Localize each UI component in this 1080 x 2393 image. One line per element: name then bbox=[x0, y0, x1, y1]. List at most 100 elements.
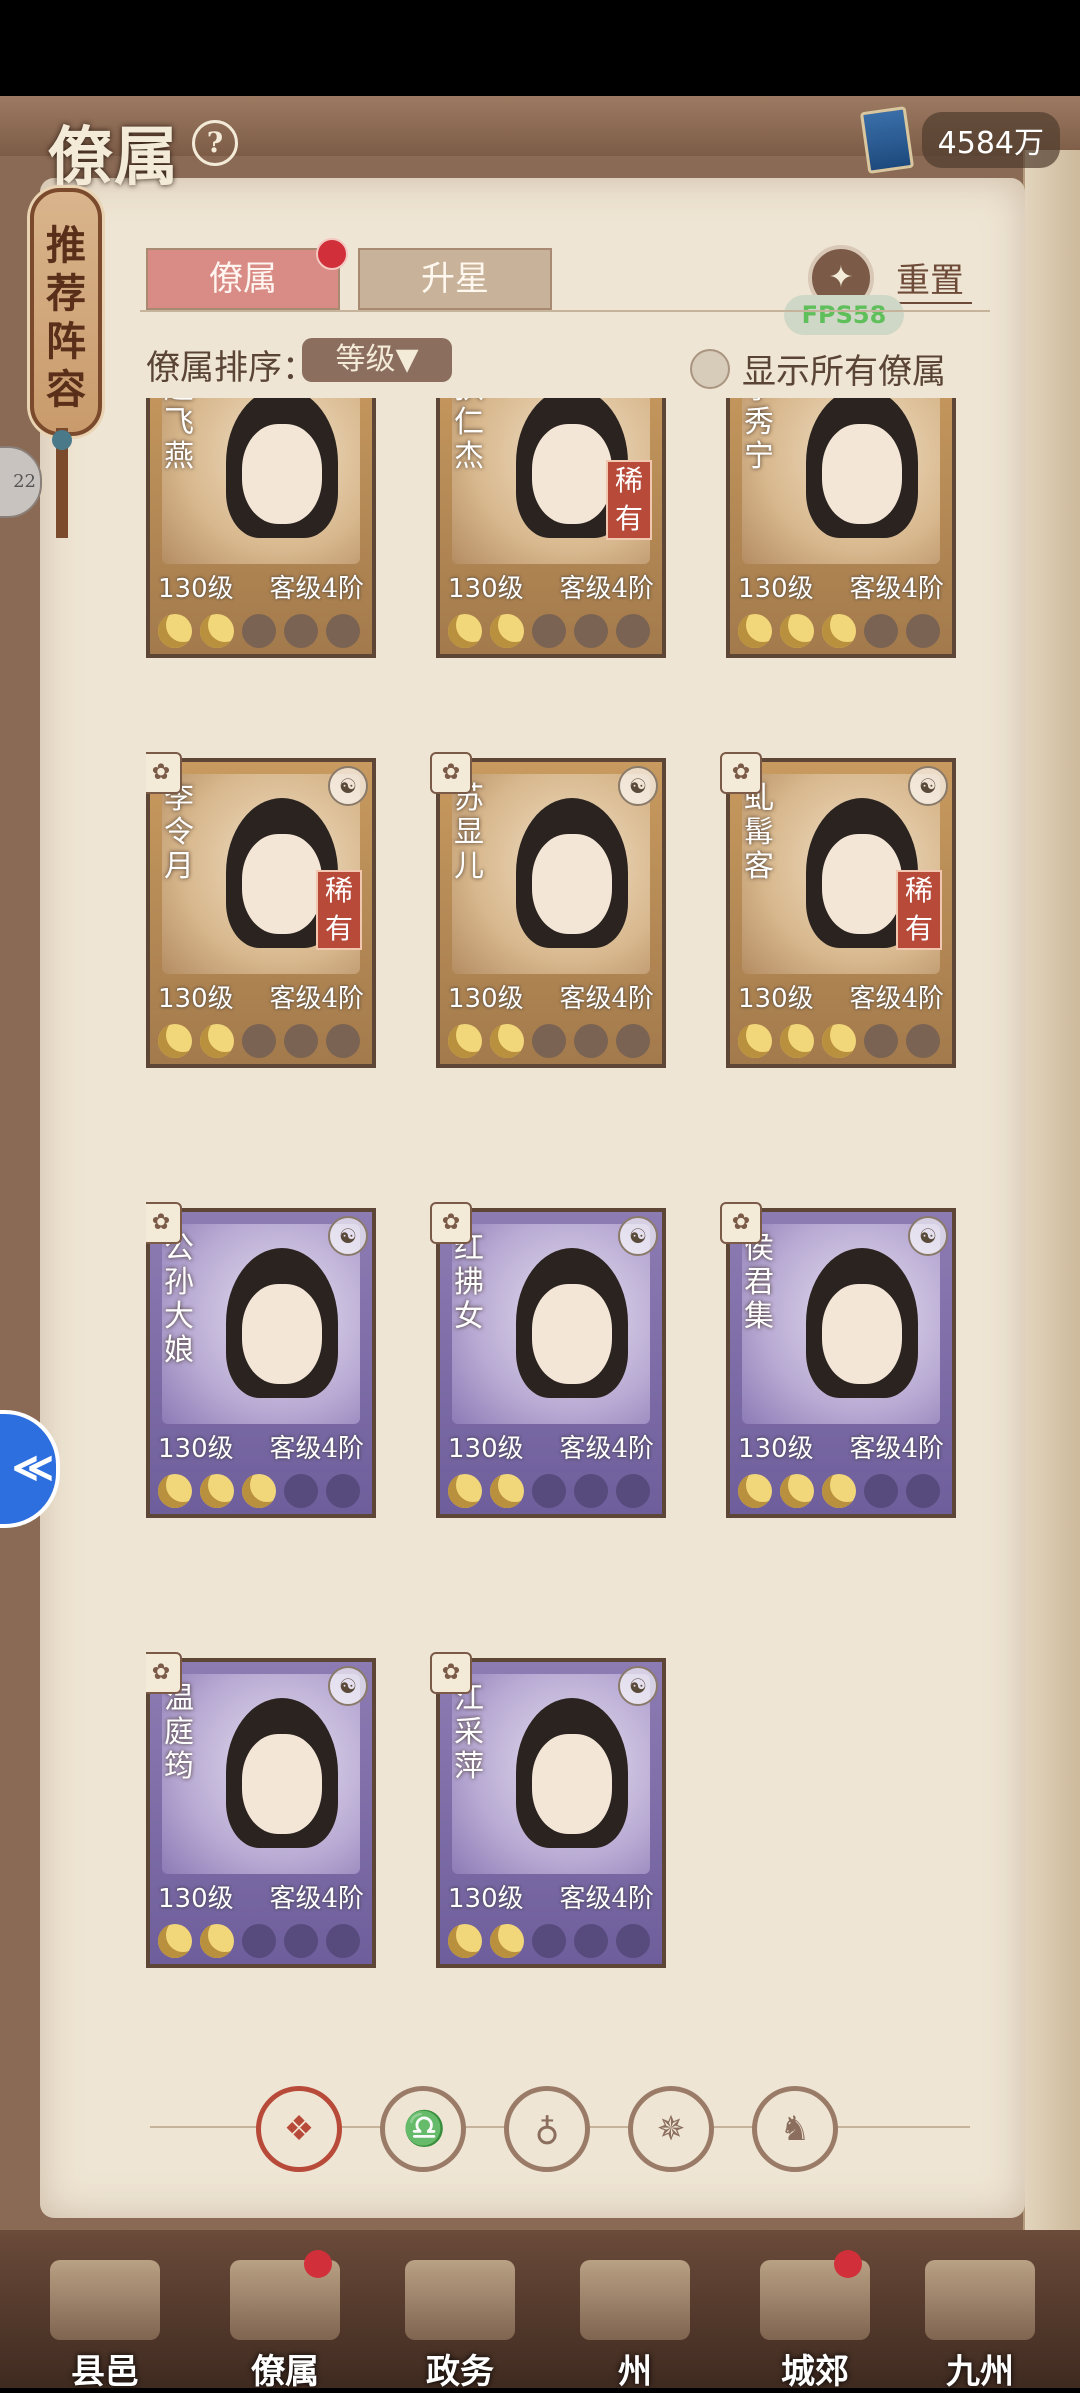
star-moons bbox=[448, 1474, 650, 1508]
star-moons bbox=[158, 1924, 360, 1958]
character-card[interactable]: 温庭筠 130级 客级4阶 ✿ ☯ bbox=[146, 1652, 376, 1978]
currency-display: 4584万 bbox=[859, 106, 1060, 174]
fps-counter: FPS58 bbox=[784, 295, 904, 335]
notification-dot bbox=[304, 2250, 332, 2278]
type-icon: ☯ bbox=[328, 766, 368, 806]
help-icon[interactable]: ? bbox=[192, 120, 238, 166]
class-icon: ✿ bbox=[720, 1202, 762, 1244]
character-card[interactable]: 江采萍 130级 客级4阶 ✿ ☯ bbox=[430, 1652, 666, 1978]
filter-bell[interactable]: ♎ bbox=[380, 2086, 466, 2172]
nav-item[interactable]: 僚属 bbox=[210, 2250, 360, 2392]
character-card[interactable]: 李秀宁 130级 客级4阶 bbox=[726, 398, 956, 668]
moon-star-icon bbox=[906, 614, 940, 648]
character-card[interactable]: 赵飞燕 130级 客级4阶 bbox=[146, 398, 376, 668]
character-name: 狄仁杰 bbox=[454, 398, 484, 474]
portrait-face bbox=[532, 834, 612, 934]
recommend-lineup-label: 推荐阵容 bbox=[46, 222, 86, 413]
moon-star-icon bbox=[574, 1924, 608, 1958]
type-icon: ☯ bbox=[328, 1216, 368, 1256]
moon-star-icon bbox=[532, 614, 566, 648]
page-title: 僚属 bbox=[48, 120, 180, 195]
nav-item[interactable]: 县邑 bbox=[30, 2250, 180, 2392]
nav-label: 州 bbox=[618, 2352, 652, 2392]
card-frame: 狄仁杰稀有 130级 客级4阶 bbox=[436, 398, 666, 658]
filter-all[interactable]: ❖ bbox=[256, 2086, 342, 2172]
moon-star-icon bbox=[242, 1924, 276, 1958]
horse-filter-icon: ♞ bbox=[779, 2109, 811, 2149]
portrait-face bbox=[242, 1284, 322, 1384]
type-icon: ☯ bbox=[908, 766, 948, 806]
divider bbox=[140, 310, 990, 312]
character-card[interactable]: 侯君集 130级 客级4阶 ✿ ☯ bbox=[720, 1202, 956, 1528]
character-card[interactable]: 苏显儿 130级 客级4阶 ✿ ☯ bbox=[430, 752, 666, 1078]
moon-star-icon bbox=[616, 614, 650, 648]
filter-fan[interactable]: ✵ bbox=[628, 2086, 714, 2172]
character-rank: 客级4阶 bbox=[269, 1884, 364, 1914]
moon-star-icon bbox=[284, 1474, 318, 1508]
moon-star-icon bbox=[490, 1024, 524, 1058]
scroll-book-icon bbox=[859, 106, 914, 174]
assistant-icon: ≪ bbox=[12, 1444, 54, 1491]
fan-filter-icon: ✵ bbox=[656, 2109, 686, 2149]
character-level: 130级 bbox=[448, 984, 524, 1014]
tab-star-upgrade[interactable]: 升星 bbox=[358, 248, 552, 310]
moon-star-icon bbox=[326, 1924, 360, 1958]
nav-item[interactable]: 城郊 bbox=[740, 2250, 890, 2392]
portrait-face bbox=[532, 424, 612, 524]
status-bar bbox=[0, 0, 1080, 96]
moon-star-icon bbox=[284, 614, 318, 648]
show-all-checkbox[interactable] bbox=[690, 348, 730, 389]
moon-star-icon bbox=[864, 1474, 898, 1508]
character-card[interactable]: 虬髯客 稀有 130级 客级4阶 ✿ ☯ bbox=[720, 752, 956, 1078]
nav-item[interactable]: 州 bbox=[560, 2250, 710, 2392]
moon-star-icon bbox=[490, 1474, 524, 1508]
filter-gourd[interactable]: ♁ bbox=[504, 2086, 590, 2172]
nav-label: 城郊 bbox=[781, 2352, 849, 2392]
moon-star-icon bbox=[574, 1474, 608, 1508]
character-level: 130级 bbox=[158, 1434, 234, 1464]
nav-item[interactable]: 九州 bbox=[905, 2250, 1055, 2392]
type-icon: ☯ bbox=[618, 1666, 658, 1706]
moon-star-icon bbox=[242, 1024, 276, 1058]
character-card[interactable]: 狄仁杰稀有 130级 客级4阶 bbox=[436, 398, 666, 668]
nav-label: 县邑 bbox=[71, 2352, 139, 2392]
sort-label: 僚属排序： bbox=[146, 348, 316, 388]
sort-dropdown[interactable]: 等级▼ bbox=[302, 338, 452, 382]
character-name: 侯君集 bbox=[744, 1231, 774, 1334]
character-rank: 客级4阶 bbox=[849, 574, 944, 604]
moon-star-icon bbox=[326, 1474, 360, 1508]
moon-star-icon bbox=[574, 1024, 608, 1058]
book-edge bbox=[1023, 150, 1080, 2230]
character-name: 江采萍 bbox=[454, 1681, 484, 1784]
character-card[interactable]: 红拂女 130级 客级4阶 ✿ ☯ bbox=[430, 1202, 666, 1528]
nav-label: 僚属 bbox=[251, 2352, 319, 2392]
moon-star-icon bbox=[490, 614, 524, 648]
character-card[interactable]: 公孙大娘 130级 客级4阶 ✿ ☯ bbox=[146, 1202, 376, 1528]
character-name: 虬髯客 bbox=[744, 781, 774, 884]
moon-star-icon bbox=[906, 1474, 940, 1508]
moon-star-icon bbox=[158, 1474, 192, 1508]
filter-horse[interactable]: ♞ bbox=[752, 2086, 838, 2172]
star-moons bbox=[448, 614, 650, 648]
star-moons bbox=[448, 1024, 650, 1058]
character-card[interactable]: 李令月 稀有 130级 客级4阶 ✿ ☯ bbox=[146, 752, 376, 1078]
moon-star-icon bbox=[490, 1924, 524, 1958]
character-level: 130级 bbox=[448, 1884, 524, 1914]
attendant-grid[interactable]: 赵飞燕130级客级4阶狄仁杰稀有130级客级4阶李秀宁130级客级4阶李令月稀有… bbox=[146, 398, 966, 2058]
moon-star-icon bbox=[532, 1924, 566, 1958]
rare-badge: 稀有 bbox=[896, 870, 942, 950]
portrait-face bbox=[822, 424, 902, 524]
show-all-toggle[interactable]: 显示所有僚属 bbox=[690, 344, 946, 393]
character-level: 130级 bbox=[158, 1884, 234, 1914]
portrait-face bbox=[242, 834, 322, 934]
nav-building-icon bbox=[50, 2260, 160, 2340]
character-name: 公孙大娘 bbox=[164, 1231, 194, 1368]
nav-item[interactable]: 政务 bbox=[385, 2250, 535, 2392]
recommend-lineup-banner[interactable]: 推荐阵容 bbox=[30, 188, 102, 436]
tab-attendants[interactable]: 僚属 bbox=[146, 248, 340, 310]
moon-star-icon bbox=[822, 1474, 856, 1508]
moon-star-icon bbox=[532, 1024, 566, 1058]
character-name: 赵飞燕 bbox=[164, 398, 194, 474]
character-name: 李秀宁 bbox=[744, 398, 774, 474]
show-all-label: 显示所有僚属 bbox=[742, 352, 946, 392]
